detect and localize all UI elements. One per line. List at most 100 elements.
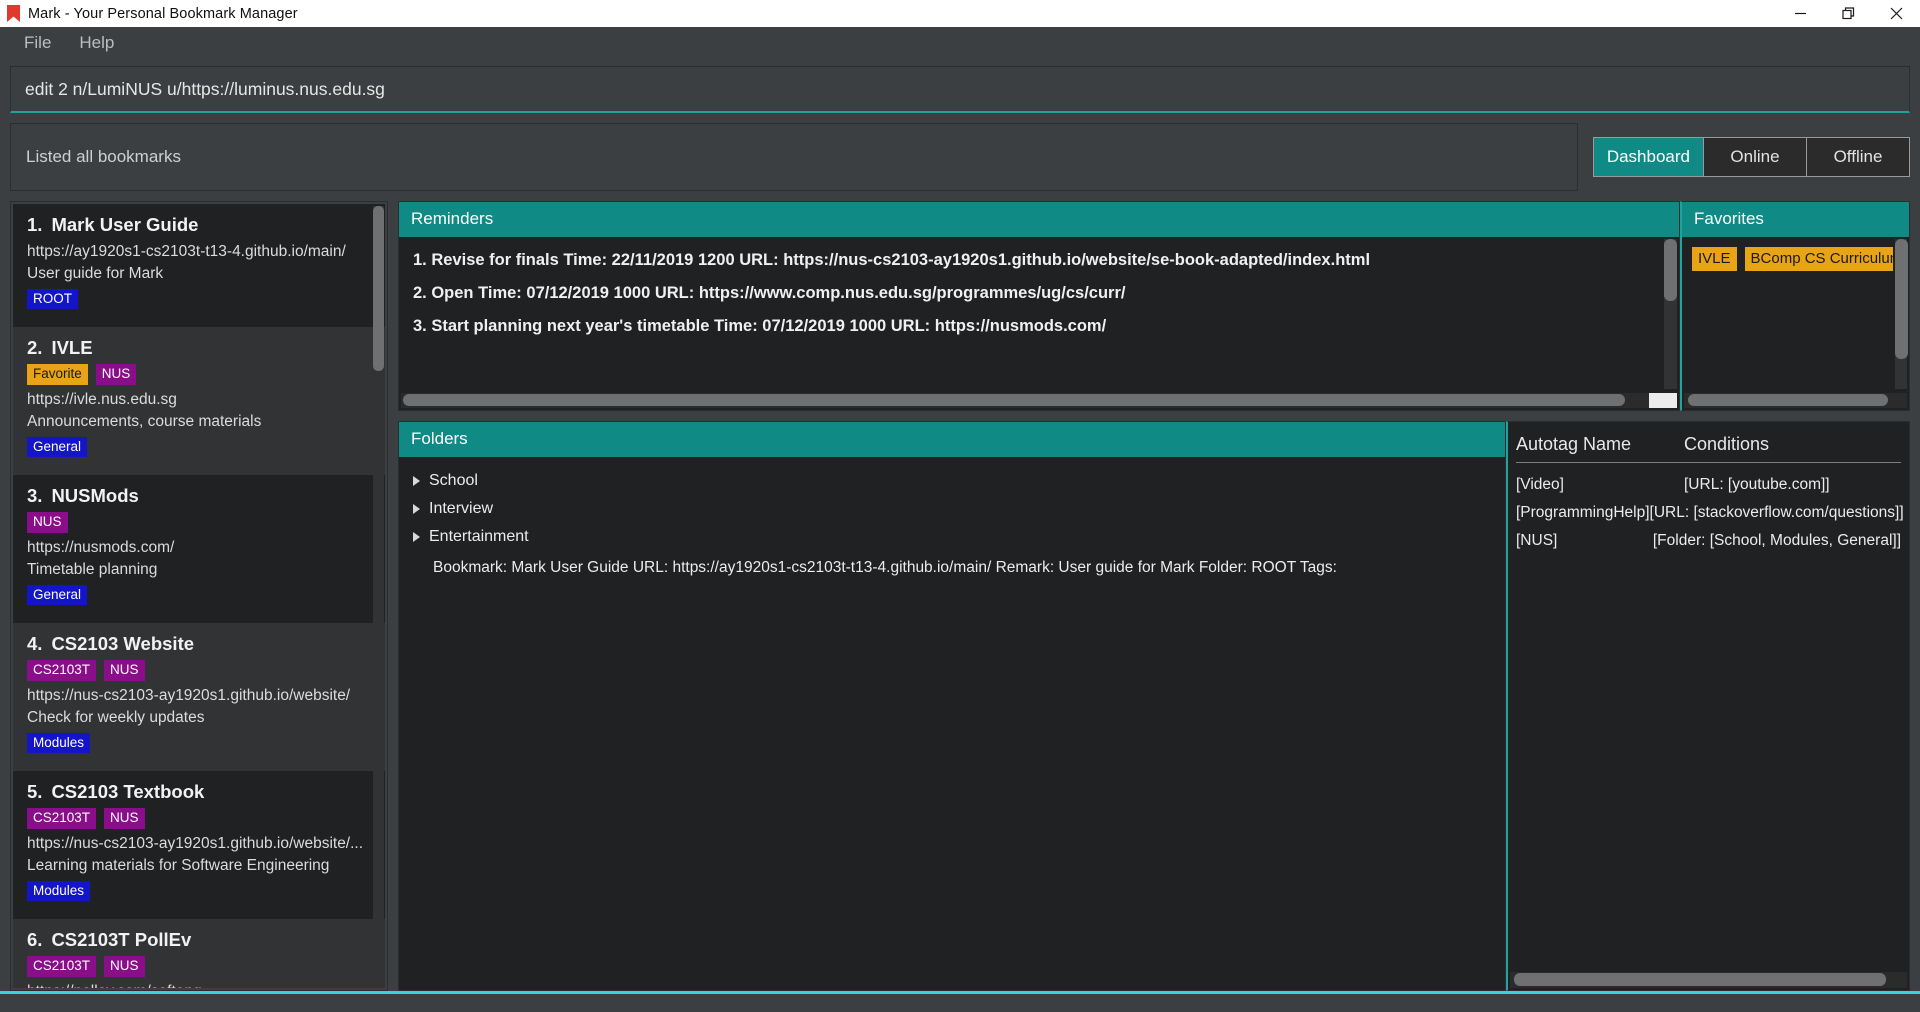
bookmark-folder-tag: Modules xyxy=(27,880,91,902)
autotag-condition: [URL: [youtube.com]] xyxy=(1684,476,1830,493)
bookmark-title-row: 6. CS2103T PollEv xyxy=(27,929,371,951)
bookmark-url: https://nus-cs2103-ay1920s1.github.io/we… xyxy=(27,686,351,704)
favorites-horizontal-scrollbar[interactable] xyxy=(1684,393,1907,408)
status-bar xyxy=(0,994,1920,1012)
bookmark-tag: NUS xyxy=(95,364,137,385)
reminders-header: Reminders xyxy=(399,202,1679,237)
bookmark-index: 3. xyxy=(27,485,43,507)
tab-dashboard[interactable]: Dashboard xyxy=(1593,138,1703,176)
view-tabs: Dashboard Online Offline xyxy=(1592,137,1910,177)
bookmark-list-item[interactable]: 3. NUSMods NUS https://nusmods.com/ Timet… xyxy=(13,475,385,624)
reminders-vertical-scroll-thumb[interactable] xyxy=(1664,239,1677,301)
caret-right-icon[interactable] xyxy=(413,532,420,542)
bookmark-name: CS2103 Website xyxy=(51,633,195,655)
autotag-table-row[interactable]: [Video] [URL: [youtube.com]] xyxy=(1508,471,1909,499)
bookmark-tag: NUS xyxy=(104,660,145,681)
autotag-condition: [Folder: [School, Modules, General]] xyxy=(1652,532,1901,549)
bookmark-title-row: 5. CS2103 Textbook xyxy=(27,781,371,803)
bookmark-url: https://ay1920s1-cs2103t-t13-4.github.io… xyxy=(27,243,346,260)
folder-label: Entertainment xyxy=(429,528,529,545)
bookmark-tag: NUS xyxy=(104,956,145,977)
bookmark-remark: User guide for Mark xyxy=(27,265,164,283)
folders-panel: Folders School Interview Entertainment B xyxy=(398,421,1506,991)
bookmark-name: NUSMods xyxy=(51,485,139,507)
reminder-item[interactable]: 1. Revise for finals Time: 22/11/2019 12… xyxy=(413,251,1662,270)
autotag-horizontal-scroll-thumb[interactable] xyxy=(1514,973,1886,986)
bookmark-tag-row: General xyxy=(27,436,371,458)
favorites-vertical-scrollbar[interactable] xyxy=(1894,239,1908,389)
reminder-item[interactable]: 3. Start planning next year's timetable … xyxy=(413,317,1662,336)
close-icon[interactable] xyxy=(1872,0,1920,27)
bookmark-tag-row: CS2103T NUS xyxy=(27,956,371,977)
caret-right-icon[interactable] xyxy=(413,504,420,514)
folder-node-school[interactable]: School xyxy=(411,467,1505,495)
bookmark-url: https://ivle.nus.edu.sg xyxy=(27,390,177,408)
reminders-scroll-end-marker xyxy=(1649,393,1677,408)
favorites-vertical-scroll-thumb[interactable] xyxy=(1894,239,1908,359)
reminders-vertical-scrollbar[interactable] xyxy=(1664,239,1677,389)
right-content-column: Reminders 1. Revise for finals Time: 22/… xyxy=(398,201,1910,991)
autotag-table-row[interactable]: [NUS] [Folder: [School, Modules, General… xyxy=(1508,527,1909,555)
window-title: Mark - Your Personal Bookmark Manager xyxy=(28,5,298,22)
bookmark-tag-row: CS2103T NUS xyxy=(27,808,371,829)
folders-tree[interactable]: School Interview Entertainment Bookmark:… xyxy=(399,457,1505,990)
autotag-panel: Autotag Name Conditions [Video] [URL: [y… xyxy=(1506,421,1910,991)
restore-icon[interactable] xyxy=(1824,0,1872,27)
bookmark-remark: Timetable planning xyxy=(27,561,158,579)
bookmark-list-item[interactable]: 1. Mark User Guide https://ay1920s1-cs210… xyxy=(13,204,385,328)
caret-right-icon[interactable] xyxy=(413,476,420,486)
bookmark-tag: CS2103T xyxy=(27,956,97,977)
bookmark-list-item[interactable]: 2. IVLE Favorite NUS https://ivle.nus.edu… xyxy=(13,327,385,476)
bookmark-list-item[interactable]: 4. CS2103 Website CS2103T NUS https://nus… xyxy=(13,623,385,772)
bookmark-remark: Learning materials for Software Engineer… xyxy=(27,857,330,875)
folder-node-entertainment[interactable]: Entertainment xyxy=(411,523,1505,551)
favorite-item[interactable]: IVLE xyxy=(1692,247,1737,271)
bookmark-tag-row: NUS xyxy=(27,512,371,533)
folder-node-interview[interactable]: Interview xyxy=(411,495,1505,523)
bookmark-remark: Check for weekly updates xyxy=(27,709,205,727)
reminders-list[interactable]: 1. Revise for finals Time: 22/11/2019 12… xyxy=(399,237,1662,391)
bookmark-list-item[interactable]: 5. CS2103 Textbook CS2103T NUS https://nu… xyxy=(13,771,385,920)
tab-online[interactable]: Online xyxy=(1704,138,1806,176)
bookmark-tag-favorite: Favorite xyxy=(27,364,88,385)
autotag-table-row[interactable]: [ProgrammingHelp] [URL: [stackoverflow.c… xyxy=(1508,499,1909,527)
bookmark-index: 5. xyxy=(27,781,43,803)
bookmark-title-row: 2. IVLE xyxy=(27,337,371,359)
reminder-item[interactable]: 2. Open Time: 07/12/2019 1000 URL: https… xyxy=(413,284,1662,303)
autotag-horizontal-scrollbar[interactable] xyxy=(1510,972,1907,988)
bookmark-name: Mark User Guide xyxy=(51,214,199,235)
bookmark-list-item[interactable]: 6. CS2103T PollEv CS2103T NUS https://pol… xyxy=(13,919,385,988)
bookmark-list[interactable]: 1. Mark User Guide https://ay1920s1-cs210… xyxy=(13,204,385,988)
menu-file[interactable]: File xyxy=(12,30,63,56)
result-display: Listed all bookmarks xyxy=(10,123,1578,191)
bookmark-tag: CS2103T xyxy=(27,660,97,681)
favorites-header: Favorites xyxy=(1682,202,1909,237)
bookmark-url: https://nus-cs2103-ay1920s1.github.io/we… xyxy=(27,834,364,852)
bookmark-list-scrollbar[interactable] xyxy=(373,206,384,986)
favorite-item[interactable]: BComp CS Curriculum xyxy=(1744,247,1893,271)
bookmark-icon xyxy=(0,5,26,22)
minimize-icon[interactable] xyxy=(1776,0,1824,27)
favorites-body: IVLE BComp CS Curriculum xyxy=(1682,237,1909,391)
bookmark-tag: NUS xyxy=(104,808,145,829)
tab-offline[interactable]: Offline xyxy=(1807,138,1909,176)
autotag-name: [ProgrammingHelp] xyxy=(1516,504,1650,521)
bookmark-list-scroll-thumb[interactable] xyxy=(373,206,384,371)
reminders-body: 1. Revise for finals Time: 22/11/2019 12… xyxy=(399,237,1679,391)
autotag-header-divider xyxy=(1516,462,1901,463)
favorites-list[interactable]: IVLE BComp CS Curriculum xyxy=(1682,237,1893,391)
folder-bookmark-detail: Bookmark: Mark User Guide URL: https://a… xyxy=(433,559,1337,576)
autotag-column-conditions: Conditions xyxy=(1684,434,1770,454)
menu-help[interactable]: Help xyxy=(67,30,126,56)
bookmark-index: 6. xyxy=(27,929,43,951)
bookmark-url: https://pollev.com/softeng xyxy=(27,981,371,988)
reminders-horizontal-scroll-thumb[interactable] xyxy=(403,394,1625,406)
favorites-horizontal-scroll-thumb[interactable] xyxy=(1688,394,1888,406)
bookmark-name: CS2103T PollEv xyxy=(51,929,192,951)
bookmark-folder-tag: General xyxy=(27,436,88,458)
bookmark-tag: NUS xyxy=(27,512,68,533)
command-input[interactable]: edit 2 n/LumiNUS u/https://luminus.nus.e… xyxy=(10,66,1910,113)
bookmark-folder-tag: ROOT xyxy=(27,288,78,310)
reminders-horizontal-scrollbar[interactable] xyxy=(401,393,1677,408)
view-tabs-container: Dashboard Online Offline xyxy=(1588,123,1910,191)
